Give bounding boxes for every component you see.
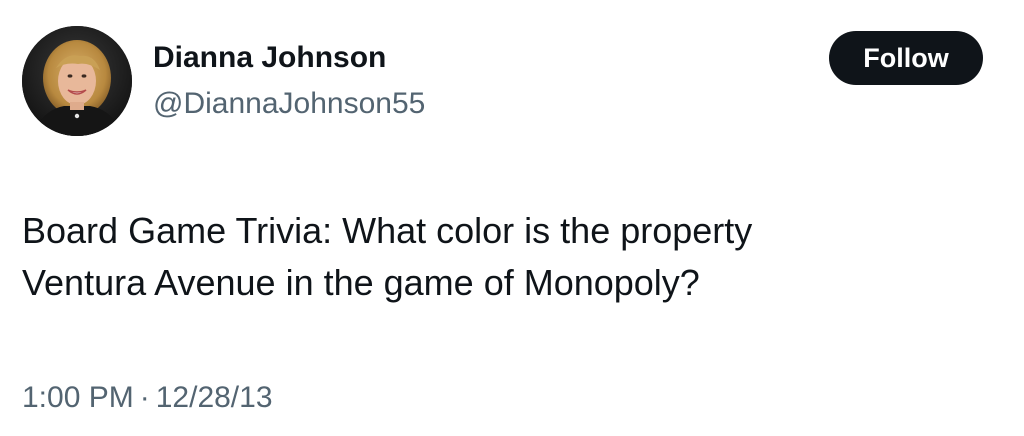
timestamp-separator: · xyxy=(139,381,150,414)
tweet-text: Board Game Trivia: What color is the pro… xyxy=(22,205,982,309)
author-handle[interactable]: @DiannaJohnson55 xyxy=(153,86,425,122)
follow-button[interactable]: Follow xyxy=(829,31,983,85)
author-name[interactable]: Dianna Johnson xyxy=(153,40,386,76)
tweet-time: 1:00 PM xyxy=(22,381,134,414)
tweet-date: 12/28/13 xyxy=(155,381,273,414)
tweet-card: Dianna Johnson @DiannaJohnson55 Follow B… xyxy=(0,0,1024,436)
avatar[interactable] xyxy=(22,26,132,136)
tweet-text-line: Ventura Avenue in the game of Monopoly? xyxy=(22,262,700,303)
tweet-text-line: Board Game Trivia: What color is the pro… xyxy=(22,210,753,251)
tweet-timestamp[interactable]: 1:00 PM · 12/28/13 xyxy=(22,380,273,416)
avatar-image xyxy=(22,26,132,136)
